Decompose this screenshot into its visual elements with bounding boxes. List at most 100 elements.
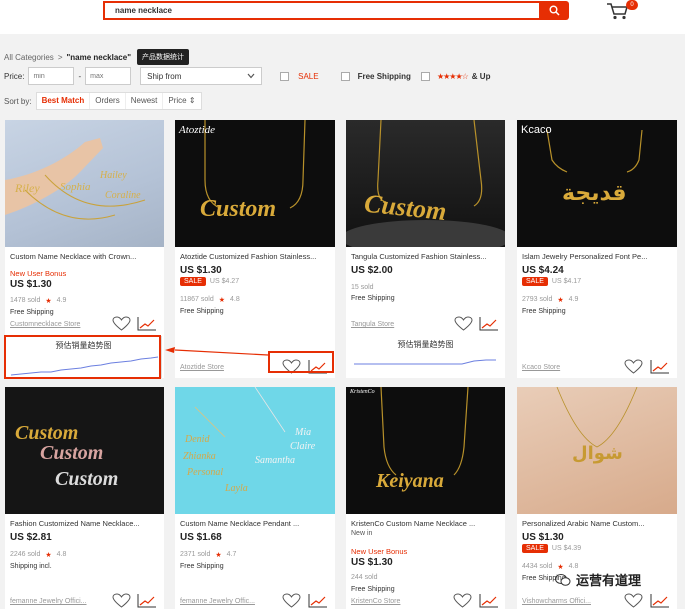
product-image[interactable]: شوال: [517, 387, 677, 514]
product-card[interactable]: KristenCo Keiyana KristenCo Custom Name …: [346, 387, 505, 609]
breadcrumb: All Categories > "name necklace" 产品数据统计: [4, 49, 189, 65]
product-image[interactable]: Kcaco قديجة: [517, 120, 677, 247]
sort-price[interactable]: Price ⇕: [163, 93, 200, 109]
cart-button[interactable]: 0: [606, 0, 638, 21]
product-image[interactable]: Atoztide Custom: [175, 120, 335, 247]
breadcrumb-root[interactable]: All Categories: [4, 53, 54, 62]
product-title[interactable]: Fashion Customized Name Necklace...: [10, 519, 160, 528]
sales-trend-icon[interactable]: [479, 316, 499, 331]
callout-arrow: [165, 347, 269, 356]
wishlist-heart-icon[interactable]: [453, 593, 472, 608]
search-box[interactable]: [103, 1, 539, 20]
original-price: US $4.39: [551, 545, 582, 552]
store-link[interactable]: Tangula Store: [351, 321, 394, 328]
product-title[interactable]: Custom Name Necklace with Crown...: [10, 252, 160, 261]
store-link[interactable]: femanne Jewelry Offic...: [180, 598, 255, 605]
wishlist-heart-icon[interactable]: [454, 316, 473, 331]
product-title[interactable]: Custom Name Necklace Pendant ...: [180, 519, 331, 528]
price-max-input[interactable]: [85, 67, 132, 85]
store-link[interactable]: KristenCo Store: [351, 598, 400, 605]
store-link[interactable]: femanne Jewelry Offici...: [10, 598, 87, 605]
wishlist-heart-icon[interactable]: [112, 593, 131, 608]
product-subtitle: New in: [351, 530, 373, 537]
svg-text:Claire: Claire: [290, 441, 316, 452]
sold-rating-row: 2793 sold ★ 4.9: [522, 296, 578, 304]
star-icon: ★: [45, 298, 52, 305]
product-stats-tooltip[interactable]: 产品数据统计: [137, 49, 189, 65]
wishlist-heart-icon[interactable]: [282, 593, 301, 608]
svg-text:Custom: Custom: [15, 422, 78, 444]
chevron-down-icon: [247, 73, 255, 79]
sale-checkbox[interactable]: [280, 71, 290, 81]
product-card[interactable]: Atoztide Custom Atoztide Customized Fash…: [175, 120, 335, 378]
product-title[interactable]: Tangula Customized Fashion Stainless...: [351, 252, 501, 261]
search-button[interactable]: [539, 1, 569, 20]
wishlist-heart-icon[interactable]: [624, 593, 643, 608]
product-image[interactable]: KristenCo Keiyana: [346, 387, 505, 514]
store-link[interactable]: Atoztide Store: [180, 364, 224, 371]
wechat-watermark: 运营有道理: [555, 570, 641, 589]
svg-text:Zhianka: Zhianka: [183, 451, 216, 462]
name-necklaces-image: Denid Zhianka Personal Layla Mia Claire …: [183, 387, 316, 494]
product-price: US $1.30: [180, 265, 222, 276]
product-title[interactable]: KristenCo Custom Name Necklace ...: [351, 519, 501, 528]
sales-trend-icon[interactable]: [308, 593, 328, 608]
product-title[interactable]: Personalized Arabic Name Custom...: [522, 519, 673, 528]
svg-text:قديجة: قديجة: [562, 181, 627, 206]
brand-watermark: KristenCo: [350, 389, 375, 395]
product-title[interactable]: Atoztide Customized Fashion Stainless...: [180, 252, 331, 261]
ship-from-select[interactable]: Ship from: [140, 67, 263, 85]
sales-trend-icon[interactable]: [650, 593, 670, 608]
sold-count: 15 sold: [351, 284, 374, 291]
product-image[interactable]: Custom Custom Custom: [5, 387, 164, 514]
price-label: Price:: [4, 71, 25, 81]
sort-orders[interactable]: Orders: [90, 93, 126, 109]
store-link[interactable]: Kcaco Store: [522, 364, 560, 371]
price-dash: -: [78, 71, 82, 81]
new-user-bonus-badge: New User Bonus: [351, 547, 408, 556]
svg-text:Personal: Personal: [186, 467, 223, 478]
header: 0: [0, 0, 685, 34]
sold-rating-row: 11867 sold ★ 4.8: [180, 296, 240, 304]
search-input[interactable]: [105, 3, 539, 18]
rating-value: 4.8: [56, 551, 67, 558]
store-link[interactable]: Vishowcharms Offici...: [522, 598, 591, 605]
sort-best-match[interactable]: Best Match: [37, 93, 91, 109]
ship-from-label: Ship from: [147, 71, 182, 81]
product-image[interactable]: Riley Sophia Hailey Coraline: [5, 120, 164, 247]
free-shipping-checkbox[interactable]: [340, 71, 350, 81]
rating-checkbox[interactable]: [420, 71, 430, 81]
product-card[interactable]: Custom Tangula Customized Fashion Stainl…: [346, 120, 505, 378]
product-image[interactable]: Denid Zhianka Personal Layla Mia Claire …: [175, 387, 335, 514]
product-title[interactable]: Islam Jewelry Personalized Font Pe...: [522, 252, 673, 261]
wishlist-heart-icon[interactable]: [112, 316, 131, 331]
svg-text:Custom: Custom: [200, 196, 276, 222]
new-user-bonus-badge: New User Bonus: [10, 269, 67, 278]
star-icon: ★: [45, 552, 52, 559]
sort-options: Best Match Orders Newest Price ⇕: [35, 92, 202, 110]
sale-filter-label: SALE: [298, 71, 319, 81]
product-price: US $1.30: [10, 279, 52, 290]
product-image[interactable]: Custom: [346, 120, 505, 247]
store-link[interactable]: Customnecklace Store: [10, 321, 80, 328]
product-price: US $2.00: [351, 265, 393, 276]
product-card[interactable]: Custom Custom Custom Fashion Customized …: [5, 387, 164, 609]
product-price: US $2.81: [10, 532, 52, 543]
product-price: US $4.24: [522, 265, 564, 276]
sort-newest[interactable]: Newest: [126, 93, 164, 109]
product-card[interactable]: Denid Zhianka Personal Layla Mia Claire …: [175, 387, 335, 609]
sales-trend-icon[interactable]: [137, 593, 157, 608]
sales-trend-icon[interactable]: [479, 593, 499, 608]
original-price: US $4.17: [551, 278, 582, 285]
sales-trend-icon[interactable]: [137, 316, 157, 331]
breadcrumb-current: "name necklace": [66, 52, 131, 62]
product-card[interactable]: Kcaco قديجة Islam Jewelry Personalized F…: [517, 120, 677, 378]
sold-count: 244 sold: [351, 574, 378, 581]
wechat-logo-icon: [555, 573, 571, 586]
free-shipping-filter-label: Free Shipping: [357, 71, 411, 81]
sold-count: 2246 sold: [10, 551, 41, 558]
price-min-input[interactable]: [28, 67, 75, 85]
wishlist-heart-icon[interactable]: [624, 359, 643, 374]
sales-trend-icon[interactable]: [650, 359, 670, 374]
filter-bar: Price: - Ship from SALE Free Shipping ★★…: [4, 67, 490, 85]
